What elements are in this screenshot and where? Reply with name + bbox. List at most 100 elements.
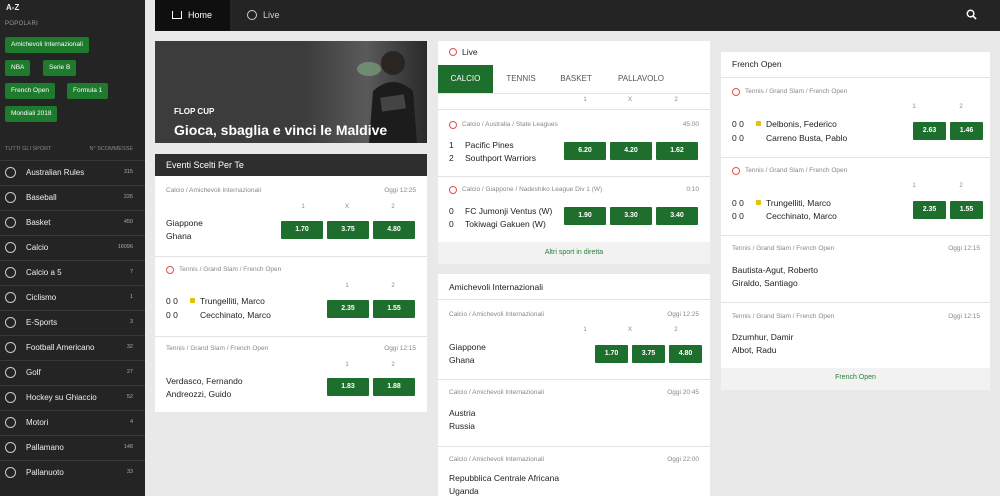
- team-home[interactable]: Austria: [449, 408, 475, 418]
- odd-button-1[interactable]: 2.35: [327, 300, 369, 318]
- odd-button-2[interactable]: 1.55: [373, 300, 415, 318]
- sport-item-calcio-a-5[interactable]: Calcio a 5 7: [0, 260, 145, 284]
- team-away[interactable]: Andreozzi, Guido: [166, 389, 231, 399]
- team-away[interactable]: Albot, Radu: [732, 345, 776, 355]
- odd-button-2[interactable]: 4.80: [669, 345, 702, 363]
- divider: [721, 235, 990, 236]
- team-away[interactable]: Carreno Busta, Pablo: [766, 133, 847, 143]
- team-home[interactable]: Pacific Pines: [465, 140, 514, 150]
- sport-count: 27: [126, 369, 133, 375]
- sport-item-e-sports[interactable]: E-Sports 3: [0, 310, 145, 334]
- bicycle-icon: [5, 292, 16, 303]
- score-home: 0: [449, 206, 454, 216]
- match-meta: Calcio / Amichevoli Internazionali: [166, 187, 262, 194]
- sport-item-golf[interactable]: Golf 27: [0, 360, 145, 384]
- popular-mondiali[interactable]: Mondiali 2018: [5, 106, 58, 122]
- odd-button-x[interactable]: 3.75: [632, 345, 665, 363]
- divider: [438, 93, 710, 94]
- odd-button-2[interactable]: 4.80: [373, 221, 415, 239]
- odd-button-1[interactable]: 1.70: [595, 345, 628, 363]
- odd-button-2[interactable]: 3.40: [656, 207, 698, 225]
- match-time: Oggi 12:25: [384, 187, 416, 194]
- odd-button-2[interactable]: 1.62: [656, 142, 698, 160]
- odd-button-2[interactable]: 1.88: [373, 378, 415, 396]
- team-away[interactable]: Tokiwagi Gakuen (W): [465, 219, 561, 229]
- baseball-icon: [5, 192, 16, 203]
- odd-button-1[interactable]: 1.70: [281, 221, 323, 239]
- team-home[interactable]: Verdasco, Fernando: [166, 376, 243, 386]
- sport-item-baseball[interactable]: Baseball 226: [0, 185, 145, 209]
- sport-name: Basket: [26, 218, 51, 227]
- popular-french-open[interactable]: French Open: [5, 83, 55, 99]
- odd-button-2[interactable]: 1.46: [950, 122, 983, 140]
- popular-nba[interactable]: NBA: [5, 60, 31, 76]
- team-home[interactable]: FC Jumonji Ventus (W): [465, 206, 561, 216]
- odd-button-x[interactable]: 4.20: [610, 142, 652, 160]
- team-home[interactable]: Bautista-Agut, Roberto: [732, 265, 818, 275]
- sport-count: 3: [129, 319, 133, 325]
- team-home[interactable]: Delbonis, Federico: [766, 119, 837, 129]
- sport-item-hockey-su-ghiaccio[interactable]: Hockey su Ghiaccio 52: [0, 385, 145, 409]
- tab-home[interactable]: Home: [155, 0, 230, 31]
- odd-button-x[interactable]: 3.75: [327, 221, 369, 239]
- sport-item-australian-rules[interactable]: Australian Rules 315: [0, 160, 145, 184]
- popular-amichevoli[interactable]: Amichevoli Internazionali: [5, 37, 89, 53]
- hockey-icon: [5, 392, 16, 403]
- live-card: Live CALCIO TENNIS BASKET PALLAVOLO 1 X …: [438, 41, 710, 264]
- tab-basket[interactable]: BASKET: [550, 65, 602, 93]
- team-away[interactable]: Giraldo, Santiago: [732, 278, 798, 288]
- team-home[interactable]: Repubblica Centrale Africana: [449, 473, 559, 483]
- odd-button-1[interactable]: 1.90: [564, 207, 606, 225]
- team-away[interactable]: Southport Warriors: [465, 153, 536, 163]
- col-x: X: [627, 327, 632, 333]
- odd-button-1[interactable]: 2.35: [913, 201, 946, 219]
- team-home[interactable]: Giappone: [166, 218, 203, 228]
- team-away[interactable]: Ghana: [449, 355, 475, 365]
- golf-icon: [5, 367, 16, 378]
- amichevoli-title: Amichevoli Internazionali: [449, 282, 544, 292]
- team-home[interactable]: Giappone: [449, 342, 486, 352]
- tennis-ball-icon: [166, 266, 174, 274]
- sport-count: 148: [123, 444, 133, 450]
- sport-item-basket[interactable]: Basket 450: [0, 210, 145, 234]
- sport-item-pallamano[interactable]: Pallamano 148: [0, 435, 145, 459]
- match-meta: Calcio / Giappone / Nadeshiko League Div…: [462, 186, 603, 193]
- sport-item-motori[interactable]: Motori 4: [0, 410, 145, 434]
- search-icon[interactable]: [966, 9, 977, 20]
- odd-button-1[interactable]: 6.20: [564, 142, 606, 160]
- sport-name: Ciclismo: [26, 293, 57, 302]
- popular-formula-1[interactable]: Formula 1: [67, 83, 109, 99]
- odd-button-x[interactable]: 3.30: [610, 207, 652, 225]
- sport-item-pallanuoto[interactable]: Pallanuoto 33: [0, 460, 145, 484]
- match-meta: Tennis / Grand Slam / French Open: [179, 266, 282, 273]
- more-live-link[interactable]: Altri sport in diretta: [438, 249, 710, 256]
- az-icon[interactable]: A-Z: [6, 4, 19, 12]
- tab-pallavolo[interactable]: PALLAVOLO: [606, 65, 676, 93]
- sport-count: 226: [123, 194, 133, 200]
- team-home[interactable]: Trungelliti, Marco: [766, 198, 831, 208]
- sport-item-football-americano[interactable]: Football Americano 32: [0, 335, 145, 359]
- tab-calcio[interactable]: CALCIO: [438, 65, 493, 93]
- tab-tennis[interactable]: TENNIS: [496, 65, 546, 93]
- tab-home-label: Home: [188, 10, 213, 20]
- french-open-card: French Open Tennis / Grand Slam / French…: [721, 52, 990, 390]
- sport-name: Football Americano: [26, 343, 95, 352]
- sport-name: Pallanuoto: [26, 468, 64, 477]
- team-home[interactable]: Dzumhur, Damir: [732, 332, 793, 342]
- sport-item-ciclismo[interactable]: Ciclismo 1: [0, 285, 145, 309]
- odd-button-1[interactable]: 2.63: [913, 122, 946, 140]
- promo-banner[interactable]: FLOP CUP Gioca, sbaglia e vinci le Maldi…: [155, 41, 427, 143]
- odd-button-1[interactable]: 1.83: [327, 378, 369, 396]
- team-away[interactable]: Ghana: [166, 231, 192, 241]
- team-home[interactable]: Trungelliti, Marco: [200, 296, 265, 306]
- team-away[interactable]: Cecchinato, Marco: [200, 310, 271, 320]
- live-title: Live: [462, 47, 478, 57]
- team-away[interactable]: Cecchinato, Marco: [766, 211, 837, 221]
- odd-button-2[interactable]: 1.55: [950, 201, 983, 219]
- more-french-link[interactable]: French Open: [721, 374, 990, 381]
- sport-item-calcio[interactable]: Calcio 16096: [0, 235, 145, 259]
- popular-serie-b[interactable]: Serie B: [43, 60, 77, 76]
- team-away[interactable]: Uganda: [449, 486, 479, 496]
- team-away[interactable]: Russia: [449, 421, 475, 431]
- sidebar: A-Z POPOLARI Amichevoli Internazionali N…: [0, 0, 145, 496]
